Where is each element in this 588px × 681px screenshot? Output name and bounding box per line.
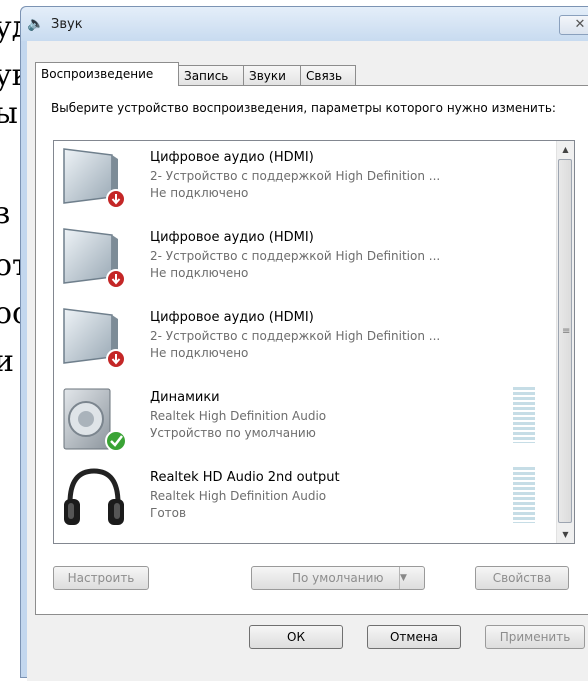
list-item[interactable]: Динамики Realtek High Definition Audio У… [54, 381, 548, 461]
device-name: Динамики [150, 390, 220, 405]
dropdown-arrow-icon[interactable]: ▼ [399, 567, 424, 589]
dialog-client: Воспроизведение Запись Звуки Связь Выбер… [27, 41, 588, 681]
monitor-icon [60, 305, 130, 373]
speaker-icon [60, 385, 130, 453]
list-item[interactable]: Цифровое аудио (HDMI) 2- Устройство с по… [54, 141, 548, 221]
monitor-icon [60, 225, 130, 293]
headphones-icon [60, 465, 130, 533]
background-text: и [0, 344, 14, 379]
vertical-scrollbar[interactable]: ▲ ≡ ▼ [556, 141, 574, 543]
cancel-button[interactable]: Отмена [367, 625, 461, 649]
properties-button[interactable]: Свойства [475, 566, 569, 590]
title-bar[interactable]: 🔈 Звук ✕ [21, 7, 588, 41]
device-description: Realtek High Definition Audio [150, 489, 327, 503]
device-status: Не подключено [150, 186, 249, 200]
speaker-icon: 🔈 [27, 16, 45, 32]
device-status: Не подключено [150, 346, 249, 360]
list-item[interactable]: Realtek HD Audio 2nd output Realtek High… [54, 461, 548, 541]
close-button[interactable]: ✕ [559, 15, 588, 35]
sound-dialog: 🔈 Звук ✕ Воспроизведение Запись Звуки Св… [20, 6, 588, 681]
tab-playback[interactable]: Воспроизведение [35, 62, 179, 86]
device-status: Устройство по умолчанию [150, 426, 316, 440]
monitor-icon [60, 145, 130, 213]
grip-icon: ≡ [562, 326, 571, 337]
scroll-up-icon[interactable]: ▲ [557, 141, 574, 158]
tab-recording[interactable]: Запись [178, 65, 244, 85]
device-status: Не подключено [150, 266, 249, 280]
scroll-thumb[interactable]: ≡ [558, 159, 572, 523]
instruction-text: Выберите устройство воспроизведения, пар… [51, 101, 556, 115]
tab-communications[interactable]: Связь [300, 65, 356, 85]
set-default-label: По умолчанию [292, 571, 384, 585]
list-item[interactable]: Цифровое аудио (HDMI) 2- Устройство с по… [54, 301, 548, 381]
set-default-button[interactable]: По умолчанию ▼ [251, 566, 425, 590]
volume-meter [513, 385, 535, 443]
tab-sounds[interactable]: Звуки [243, 65, 301, 85]
device-list[interactable]: Цифровое аудио (HDMI) 2- Устройство с по… [53, 140, 575, 544]
close-icon: ✕ [574, 17, 586, 32]
ok-button[interactable]: ОК [249, 625, 343, 649]
background-text: ы [0, 96, 18, 131]
apply-button[interactable]: Применить [485, 625, 585, 649]
device-name: Цифровое аудио (HDMI) [150, 310, 314, 325]
configure-button[interactable]: Настроить [53, 566, 149, 590]
scroll-down-icon[interactable]: ▼ [557, 526, 574, 543]
list-item[interactable]: Цифровое аудио (HDMI) 2- Устройство с по… [54, 221, 548, 301]
device-name: Realtek HD Audio 2nd output [150, 470, 340, 485]
device-description: 2- Устройство с поддержкой High Definiti… [150, 169, 441, 183]
device-name: Цифровое аудио (HDMI) [150, 150, 314, 165]
device-description: Realtek High Definition Audio [150, 409, 327, 423]
tab-panel: Выберите устройство воспроизведения, пар… [35, 85, 588, 615]
device-description: 2- Устройство с поддержкой High Definiti… [150, 329, 441, 343]
background-text: з [0, 196, 11, 231]
device-name: Цифровое аудио (HDMI) [150, 230, 314, 245]
volume-meter [513, 465, 535, 523]
window-title: Звук [51, 17, 83, 32]
device-description: 2- Устройство с поддержкой High Definiti… [150, 249, 441, 263]
device-status: Готов [150, 506, 187, 520]
